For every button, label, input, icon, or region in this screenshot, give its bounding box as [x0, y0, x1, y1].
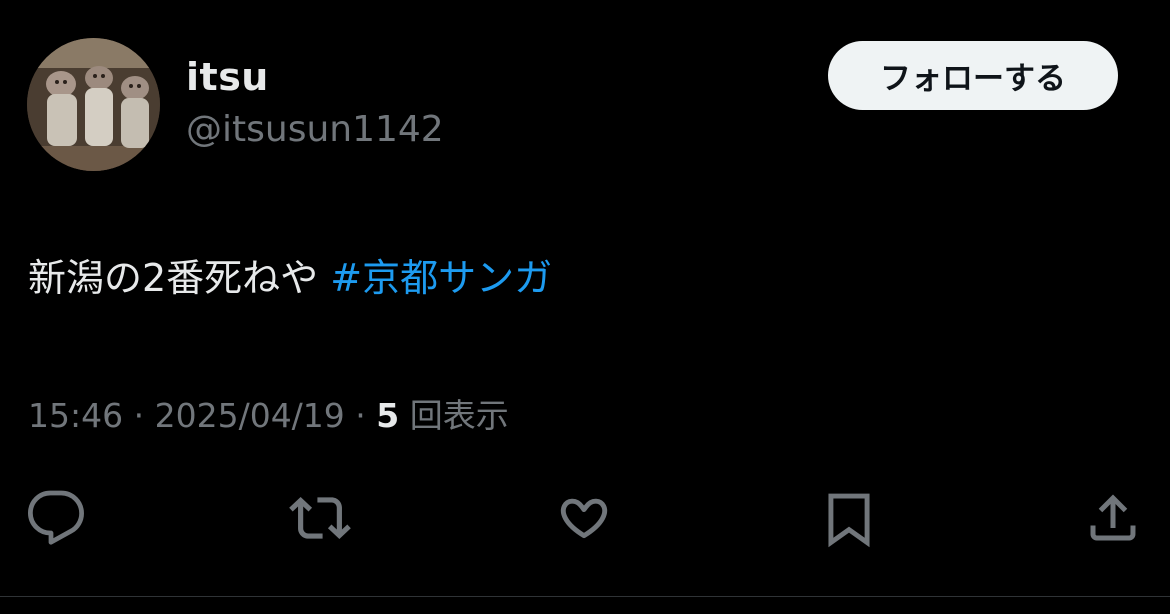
- reply-button[interactable]: [24, 486, 88, 550]
- user-handle[interactable]: @itsusun1142: [186, 108, 444, 152]
- avatar-image: [27, 38, 160, 171]
- retweet-button[interactable]: [288, 486, 352, 550]
- tweet-time[interactable]: 15:46: [28, 396, 123, 435]
- follow-button[interactable]: フォローする: [828, 41, 1118, 110]
- meta-separator: ·: [123, 396, 155, 435]
- avatar[interactable]: [27, 38, 160, 171]
- bookmark-button[interactable]: [817, 486, 881, 550]
- bookmark-icon: [828, 493, 870, 548]
- display-name[interactable]: itsu: [186, 54, 269, 100]
- hashtag-link[interactable]: #京都サンガ: [330, 256, 552, 300]
- action-bar: [0, 480, 1170, 555]
- share-icon: [1090, 494, 1136, 541]
- share-button[interactable]: [1081, 486, 1145, 550]
- reply-icon: [28, 490, 84, 545]
- tweet-body: 新潟の2番死ねや: [28, 256, 331, 300]
- retweet-icon: [289, 497, 351, 539]
- tweet: itsu @itsusun1142 フォローする 新潟の2番死ねや #京都サンガ…: [0, 0, 1170, 614]
- meta-separator: ·: [344, 396, 377, 435]
- tweet-text: 新潟の2番死ねや #京都サンガ: [28, 250, 552, 306]
- like-button[interactable]: [552, 486, 616, 550]
- heart-icon: [560, 498, 608, 539]
- divider: [0, 596, 1170, 597]
- tweet-meta: 15:46 · 2025/04/19 · 5 回表示: [28, 394, 509, 438]
- tweet-date[interactable]: 2025/04/19: [155, 396, 345, 435]
- views-count: 5: [376, 396, 400, 435]
- views-label: 回表示: [399, 396, 509, 435]
